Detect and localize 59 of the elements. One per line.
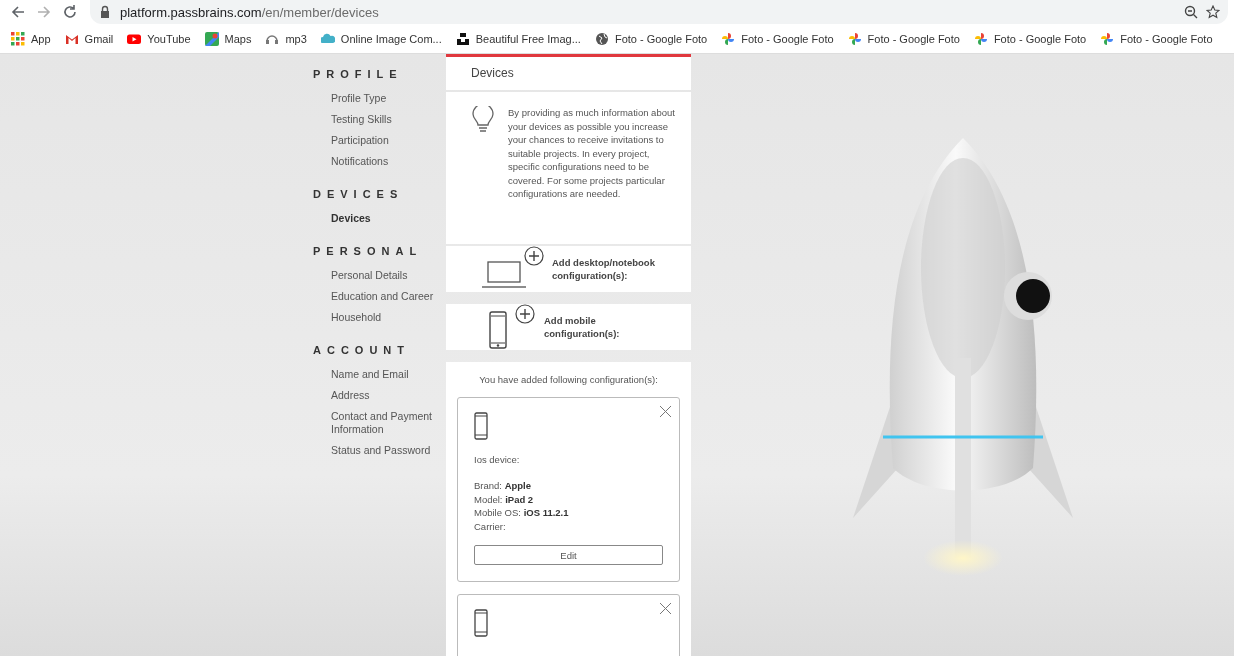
sidebar-item[interactable]: Status and Password — [331, 444, 446, 457]
section-heading: PERSONAL — [313, 245, 424, 257]
pinwheel-icon — [847, 31, 862, 46]
bookmark[interactable]: Foto - Google Foto — [973, 31, 1087, 46]
zoom-out-icon[interactable] — [1184, 5, 1198, 19]
lightbulb-icon — [472, 106, 494, 134]
phone-plus-icon — [488, 304, 538, 350]
sidebar-item[interactable]: Contact and Payment Information — [331, 410, 446, 436]
star-icon[interactable] — [1206, 5, 1220, 19]
section-heading: ACCOUNT — [313, 344, 411, 356]
bookmark[interactable]: Maps — [204, 31, 252, 46]
bookmark[interactable]: App — [11, 31, 51, 46]
phone-icon — [474, 412, 488, 440]
device-detail: Mobile OS: iOS 11.2.1 — [474, 506, 570, 520]
add-configuration-button[interactable]: Add mobile configuration(s): — [446, 304, 691, 350]
bookmark[interactable]: Foto - Google Foto — [847, 31, 960, 46]
sidebar-item[interactable]: Address — [331, 389, 446, 402]
bookmark[interactable]: Beautiful Free Imag... — [455, 31, 581, 46]
bookmark[interactable]: Foto - Google Foto — [721, 31, 834, 46]
bookmark[interactable]: YouTube — [127, 31, 191, 46]
back-icon[interactable] — [10, 4, 26, 20]
sidebar-item[interactable]: Testing Skills — [331, 113, 446, 126]
cloud-icon — [320, 31, 335, 46]
device-detail: Carrier: — [474, 519, 507, 533]
sidebar-item[interactable]: Participation — [331, 134, 446, 147]
section-heading: PROFILE — [313, 68, 404, 80]
sidebar-item[interactable]: Personal Details — [331, 269, 446, 282]
bookmark[interactable]: Foto - Google Foto — [594, 31, 708, 46]
pinwheel-icon — [1100, 31, 1115, 46]
sidebar-item[interactable]: Profile Type — [331, 92, 446, 105]
device-type: Ios device: — [474, 454, 521, 465]
apps-grid-icon — [11, 31, 25, 46]
info-text: By providing as much information about your devices as possible you increase your chances to receive invitations to suitable projects. In every project, specific configurations need to be covered. For some projects particular configurations are needed. — [508, 106, 675, 201]
close-icon[interactable] — [660, 603, 671, 614]
added-heading: You have added following configuration(s): — [478, 374, 659, 385]
bookmark[interactable]: Gmail — [64, 31, 114, 46]
phone-icon — [474, 609, 488, 637]
device-detail: Brand: Apple — [474, 479, 533, 493]
reload-icon[interactable] — [62, 4, 78, 20]
globe-icon — [594, 31, 609, 46]
sidebar-item[interactable]: Name and Email — [331, 368, 446, 381]
edit-button[interactable]: Edit — [474, 545, 663, 565]
address-bar[interactable]: platform.passbrains.com/en/member/devices — [90, 0, 1228, 24]
add-configuration-button[interactable]: Add desktop/notebook configuration(s): — [446, 246, 691, 292]
panel-title: Devices — [446, 54, 691, 90]
close-icon[interactable] — [660, 406, 671, 417]
sidebar-item[interactable]: Education and Career — [331, 290, 446, 303]
sidebar-item[interactable]: Notifications — [331, 155, 446, 168]
bookmark[interactable]: Foto - Google Foto — [1100, 31, 1213, 46]
section-heading: DEVICES — [313, 188, 405, 200]
map-icon — [204, 31, 219, 46]
bookmark[interactable]: mp3 — [265, 31, 307, 46]
sidebar-item[interactable]: Household — [331, 311, 446, 324]
sidebar-item[interactable]: Devices — [331, 212, 446, 225]
lock-icon — [98, 5, 112, 19]
device-detail: Model: iPad 2 — [474, 492, 535, 506]
bookmark[interactable]: Online Image Com... — [320, 31, 442, 46]
pinwheel-icon — [721, 31, 736, 46]
pinwheel-icon — [973, 31, 988, 46]
